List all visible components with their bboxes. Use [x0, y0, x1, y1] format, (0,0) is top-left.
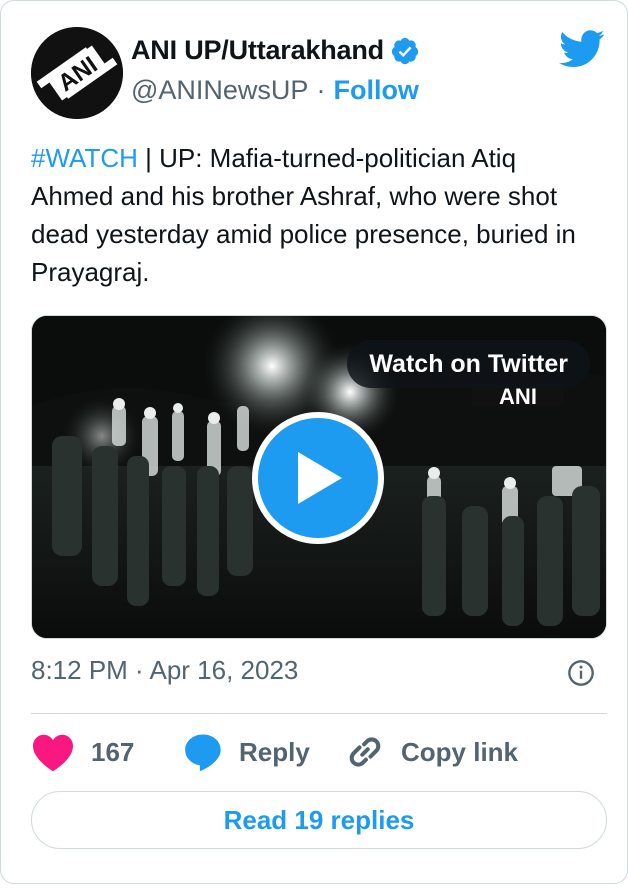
like-button[interactable]: 167 — [31, 727, 134, 777]
reply-bubble-icon — [185, 734, 221, 772]
play-button[interactable] — [252, 412, 384, 544]
reply-label: Reply — [239, 736, 310, 767]
twitter-bird-icon[interactable] — [559, 29, 605, 69]
info-icon[interactable] — [567, 659, 595, 687]
watch-on-twitter-label: Watch on Twitter — [369, 349, 568, 378]
copy-link-button[interactable]: Copy link — [343, 727, 518, 777]
author-handle[interactable]: @ANINewsUP — [131, 75, 308, 106]
divider — [31, 713, 607, 714]
video-thumbnail[interactable]: ANI Watch on Twitter — [31, 315, 607, 639]
author-name[interactable]: ANI UP/Uttarakhand — [131, 35, 384, 66]
copy-link-label: Copy link — [401, 736, 519, 767]
tweet-header: ANI ANI UP/Uttarakhand @ANINewsUP · Foll… — [31, 27, 611, 119]
action-bar: 167 Reply Copy link — [31, 727, 607, 777]
verified-badge-icon — [391, 37, 419, 64]
link-icon — [349, 737, 381, 767]
read-replies-button[interactable]: Read 19 replies — [31, 791, 607, 849]
watch-on-twitter-button[interactable]: Watch on Twitter — [347, 340, 590, 388]
follow-button[interactable]: Follow — [333, 75, 418, 106]
like-count: 167 — [91, 736, 135, 767]
tweet-timestamp[interactable]: 8:12 PM · Apr 16, 2023 — [31, 655, 298, 686]
reply-button[interactable]: Reply — [181, 727, 310, 777]
play-icon — [298, 452, 342, 504]
separator-dot: · — [316, 75, 326, 105]
read-replies-label: Read 19 replies — [223, 804, 415, 835]
hashtag-link[interactable]: #WATCH — [31, 143, 138, 173]
tweet-text: #WATCH | UP: Mafia-turned-politician Ati… — [31, 139, 603, 291]
author-name-row: ANI UP/Uttarakhand — [131, 35, 420, 66]
author-handle-row: @ANINewsUP · Follow — [131, 75, 419, 106]
heart-icon — [33, 734, 73, 772]
avatar[interactable]: ANI — [31, 27, 123, 119]
tweet-card: ANI ANI UP/Uttarakhand @ANINewsUP · Foll… — [0, 0, 628, 884]
